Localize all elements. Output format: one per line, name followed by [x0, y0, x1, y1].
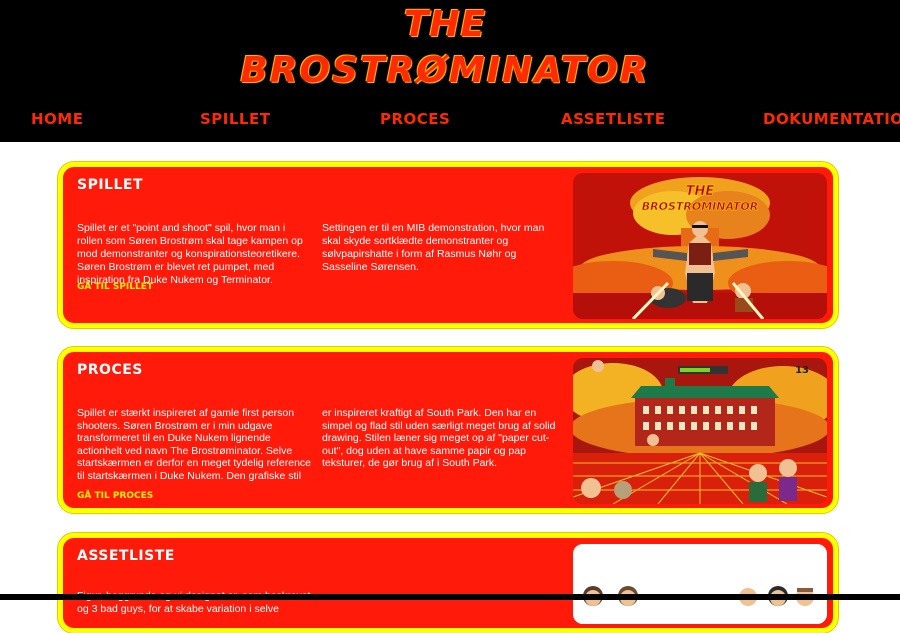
card-assetliste: ASSETLISTE Figur, baggrunde og ui design… — [58, 533, 838, 633]
nav-proces[interactable]: PROCES — [380, 110, 450, 128]
ammo-counter: 13 — [795, 365, 809, 376]
poster-title-main: BROSTRØMINATOR — [642, 200, 758, 213]
logo-line-the: THE — [403, 4, 487, 45]
card-title: PROCES — [77, 362, 143, 378]
card-proces: PROCES Spillet er stærkt inspireret af g… — [58, 347, 838, 513]
nav-home[interactable]: HOME — [31, 110, 83, 128]
nav-dokumentation[interactable]: DOKUMENTATION — [763, 110, 900, 128]
game-screenshot-image: 13 — [573, 358, 827, 504]
go-to-spillet-link[interactable]: GÅ TIL SPILLET — [77, 282, 153, 292]
bottom-edge — [0, 594, 900, 600]
card-title: SPILLET — [77, 177, 144, 193]
site-header: THE BROSTRØMINATOR HOME SPILLET PROCES A… — [0, 0, 900, 142]
card-title: ASSETLISTE — [77, 548, 175, 564]
asset-characters-image — [573, 544, 827, 624]
card-text: Spillet er stærkt inspireret af gamle fi… — [77, 407, 556, 482]
nav-assetliste[interactable]: ASSETLISTE — [561, 110, 665, 128]
logo-line-title: BROSTRØMINATOR — [240, 50, 650, 91]
game-poster-image: THE BROSTRØMINATOR — [573, 173, 827, 319]
card-spillet: SPILLET Spillet er et "point and shoot" … — [58, 162, 838, 328]
card-text: Spillet er et "point and shoot" spil, hv… — [77, 222, 545, 286]
go-to-proces-link[interactable]: GÅ TIL PROCES — [77, 491, 153, 501]
nav-spillet[interactable]: SPILLET — [200, 110, 270, 128]
poster-title-the: THE — [686, 184, 715, 199]
